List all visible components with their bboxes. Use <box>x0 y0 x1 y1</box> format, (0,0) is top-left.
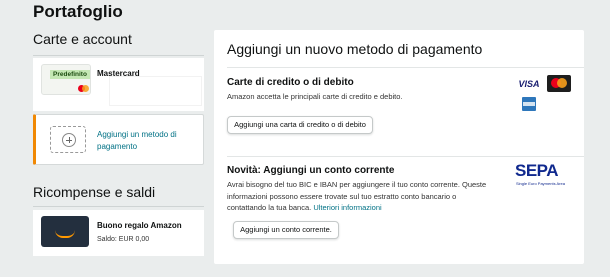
amex-icon <box>522 97 536 111</box>
add-bank-account-button[interactable]: Aggiungi un conto corrente. <box>233 221 339 239</box>
add-placeholder <box>50 126 86 153</box>
default-badge: Predefinito <box>50 70 90 79</box>
mastercard-mini-icon <box>78 85 89 92</box>
add-payment-method-link[interactable]: Aggiungi un metodo di pagamento <box>97 129 197 153</box>
card-thumbnail: Predefinito <box>41 64 91 95</box>
sepa-subtitle: Single Euro Payments Area <box>516 181 565 186</box>
redacted-card-details <box>109 76 202 106</box>
amazon-gift-card-icon <box>41 216 89 247</box>
more-info-link[interactable]: Ulteriori informazioni <box>313 203 381 212</box>
rewards-section-title: Ricompense e saldi <box>33 184 156 200</box>
panel-title: Aggiungi un nuovo metodo di pagamento <box>227 41 483 57</box>
cards-section-title: Carte e account <box>33 31 132 47</box>
divider <box>227 156 584 157</box>
saved-card-row[interactable]: Predefinito Mastercard <box>33 58 204 111</box>
sepa-wordmark: SEPA <box>515 161 559 180</box>
divider <box>33 206 204 207</box>
gift-card-row[interactable]: Buono regalo Amazon Saldo: EUR 0,00 <box>33 210 204 256</box>
mastercard-icon <box>547 75 571 92</box>
bank-account-heading: Novità: Aggiungi un conto corrente <box>227 165 395 176</box>
bank-account-description: Avrai bisogno del tuo BIC e IBAN per agg… <box>227 179 489 214</box>
visa-logo: VISA <box>518 79 540 89</box>
divider <box>33 55 204 56</box>
gift-card-name: Buono regalo Amazon <box>97 221 182 230</box>
divider <box>227 67 584 68</box>
credit-card-heading: Carte di credito o di debito <box>227 77 354 88</box>
add-credit-card-button[interactable]: Aggiungi una carta di credito o di debit… <box>227 116 373 134</box>
add-payment-panel: Aggiungi un nuovo metodo di pagamento Ca… <box>214 30 584 264</box>
credit-card-description: Amazon accetta le principali carte di cr… <box>227 92 403 101</box>
plus-icon <box>62 133 76 147</box>
sepa-logo: SEPA Single Euro Payments Area <box>515 161 573 187</box>
page-title: Portafoglio <box>33 2 123 21</box>
gift-card-balance: Saldo: EUR 0,00 <box>97 236 150 243</box>
add-payment-method-tile[interactable]: Aggiungi un metodo di pagamento <box>33 114 204 165</box>
